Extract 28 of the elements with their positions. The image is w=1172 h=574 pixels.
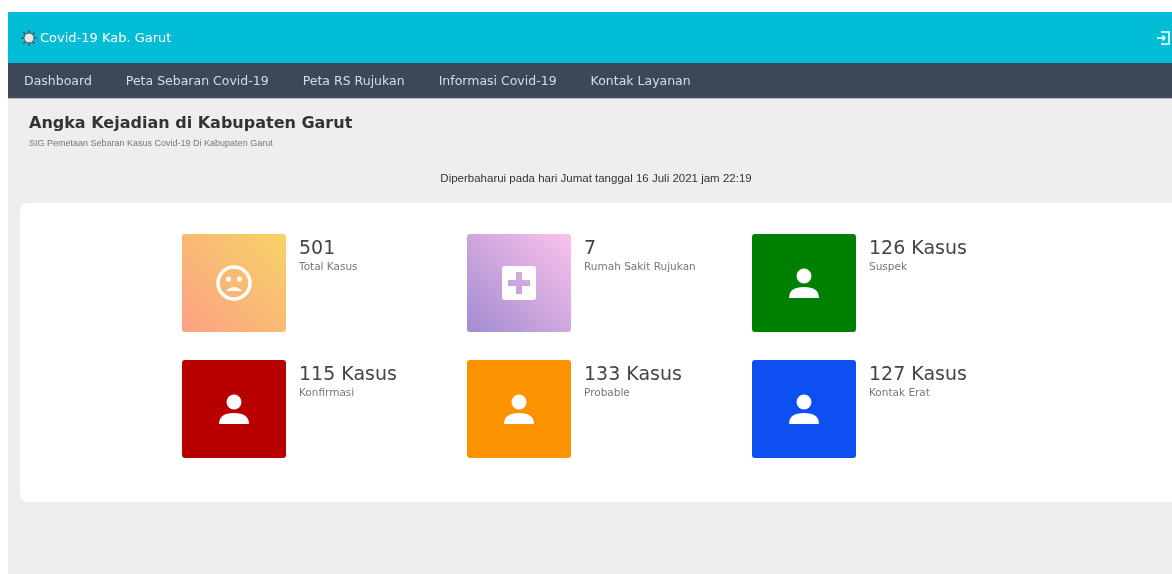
logout-icon[interactable]: [1156, 30, 1170, 45]
stat-label: Total Kasus: [299, 260, 358, 272]
stat-value: 126 Kasus: [869, 236, 967, 258]
nav-link[interactable]: Peta RS Rujukan: [302, 73, 405, 88]
update-notice: Diperbaharui pada hari Jumat tanggal 16 Juli 2021 jam 22:19: [439, 172, 753, 184]
stat-value: 133 Kasus: [584, 362, 682, 384]
stat-label: Konfirmasi: [299, 386, 356, 398]
person-icon: [789, 394, 819, 424]
person-icon: [219, 394, 249, 424]
stat-value: 501: [299, 236, 337, 258]
page-subtitle: SIG Pemetaan Sebaran Kasus Covid-19 Di Kabupaten Garut: [29, 138, 274, 148]
stat-label: Kontak Erat: [869, 386, 931, 398]
nav-link[interactable]: Informasi Covid-19: [438, 73, 557, 88]
nav-link[interactable]: Dashboard: [24, 73, 92, 88]
nav-link[interactable]: Kontak Layanan: [590, 73, 691, 88]
stat-value: 115 Kasus: [299, 362, 397, 384]
stat-label: Suspek: [869, 260, 908, 272]
hospital-cross-icon: [502, 266, 536, 300]
virus-icon: [20, 28, 38, 47]
nav-link[interactable]: Peta Sebaran Covid-19: [125, 73, 269, 88]
person-icon: [789, 268, 819, 298]
stat-value: 7: [584, 236, 598, 258]
sad-face-icon: [215, 264, 253, 302]
page-title: Angka Kejadian di Kabupaten Garut: [29, 113, 354, 132]
stat-value: 127 Kasus: [869, 362, 967, 384]
stat-label: Probable: [584, 386, 631, 398]
person-icon: [504, 394, 534, 424]
stat-label: Rumah Sakit Rujukan: [584, 260, 696, 272]
